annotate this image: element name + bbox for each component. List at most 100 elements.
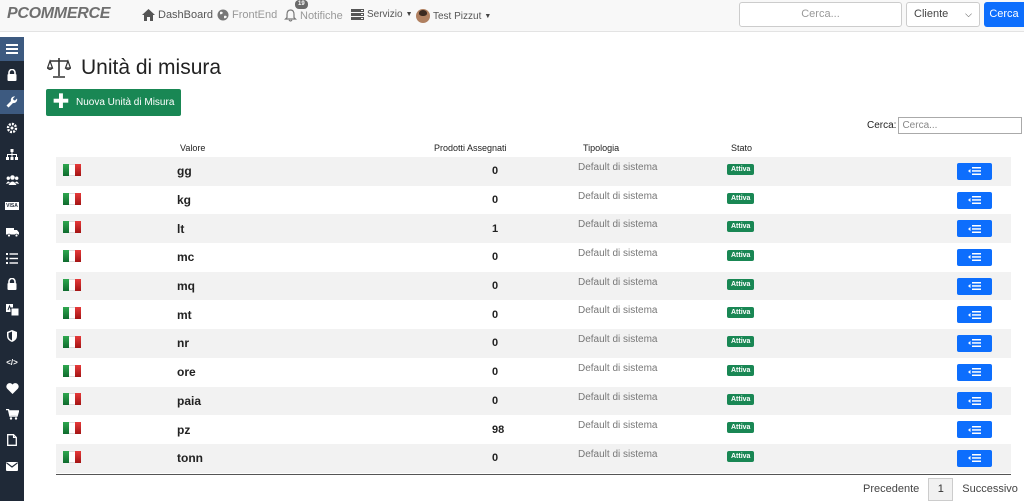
italy-flag-icon bbox=[63, 163, 81, 176]
lock-icon[interactable] bbox=[0, 272, 24, 296]
table-row: lt 1 Default di sistema Attiva bbox=[56, 214, 1011, 244]
heart-icon[interactable] bbox=[0, 376, 24, 400]
header-stato[interactable]: Stato bbox=[727, 138, 957, 157]
search-input[interactable]: Cerca... bbox=[739, 2, 902, 27]
wrench-icon[interactable] bbox=[0, 90, 24, 114]
list-indent-icon bbox=[968, 310, 981, 319]
assigned-products-count: 0 bbox=[374, 271, 578, 301]
table-bottom-border bbox=[56, 474, 1011, 475]
actions-cell bbox=[957, 357, 1011, 387]
nav-user-menu[interactable]: Test Pizzut ▼ bbox=[416, 9, 491, 23]
header-flag bbox=[56, 138, 164, 157]
flag-cell bbox=[56, 300, 164, 330]
assigned-products-count: 1 bbox=[374, 214, 578, 244]
italy-flag-icon bbox=[63, 192, 81, 205]
assigned-products-count: 0 bbox=[374, 157, 578, 186]
italy-flag-icon bbox=[63, 364, 81, 377]
list-indent-icon bbox=[968, 454, 981, 463]
globe-icon bbox=[217, 9, 229, 21]
actions-cell bbox=[957, 271, 1011, 301]
unit-value: mc bbox=[164, 243, 374, 272]
sitemap-icon[interactable] bbox=[0, 142, 24, 166]
row-actions-button[interactable] bbox=[957, 306, 992, 324]
top-navbar: PCOMMERCE DashBoard FrontEnd 19 Notifich… bbox=[0, 0, 1024, 32]
flag-cell bbox=[56, 329, 164, 358]
table-row: gg 0 Default di sistema Attiva bbox=[56, 157, 1011, 186]
nav-dashboard[interactable]: DashBoard bbox=[142, 9, 213, 21]
row-actions-button[interactable] bbox=[957, 392, 992, 410]
menu-icon[interactable] bbox=[0, 37, 24, 61]
nav-notifiche-label: Notifiche bbox=[300, 9, 343, 22]
filter-input[interactable]: Cerca... bbox=[898, 117, 1023, 134]
filter-label: Cerca: bbox=[867, 120, 897, 131]
users-icon[interactable] bbox=[0, 168, 24, 192]
row-actions-button[interactable] bbox=[957, 220, 992, 238]
nav-servizio[interactable]: Servizio ▼ bbox=[351, 9, 413, 20]
assigned-products-count: 0 bbox=[374, 357, 578, 387]
lock-icon[interactable] bbox=[0, 63, 24, 87]
translate-icon[interactable] bbox=[0, 298, 24, 322]
truck-icon[interactable] bbox=[0, 220, 24, 244]
brand-logo[interactable]: PCOMMERCE bbox=[7, 5, 110, 23]
unit-value: lt bbox=[164, 214, 374, 244]
gear-icon[interactable] bbox=[0, 116, 24, 140]
list-indent-icon bbox=[968, 339, 981, 348]
header-actions bbox=[957, 138, 1011, 157]
balance-scale-icon bbox=[47, 58, 71, 78]
row-actions-button[interactable] bbox=[957, 334, 992, 352]
search-button[interactable]: Cerca bbox=[984, 2, 1024, 27]
table-row: tonn 0 Default di sistema Attiva bbox=[56, 443, 1011, 473]
pagination-next[interactable]: Successivo bbox=[953, 478, 1024, 501]
row-actions-button[interactable] bbox=[957, 248, 992, 266]
nav-notifiche[interactable]: Notifiche bbox=[284, 9, 343, 22]
status-cell: Attiva bbox=[727, 329, 957, 358]
mail-icon[interactable] bbox=[0, 454, 24, 478]
row-actions-button[interactable] bbox=[957, 191, 992, 209]
list-indent-icon bbox=[968, 282, 981, 291]
row-actions-button[interactable] bbox=[957, 363, 992, 381]
status-badge: Attiva bbox=[727, 164, 755, 175]
assigned-products-count: 0 bbox=[374, 243, 578, 272]
row-actions-button[interactable] bbox=[957, 449, 992, 467]
list-icon[interactable] bbox=[0, 246, 24, 270]
file-icon[interactable] bbox=[0, 428, 24, 452]
status-badge: Attiva bbox=[727, 278, 755, 290]
pagination-page[interactable]: 1 bbox=[928, 478, 954, 501]
actions-cell bbox=[957, 300, 1011, 330]
new-unit-button[interactable]: ✚ Nuova Unità di Misura bbox=[46, 89, 181, 116]
list-indent-icon bbox=[968, 167, 981, 176]
visa-card-icon[interactable]: VISA bbox=[0, 194, 24, 218]
row-actions-button[interactable] bbox=[957, 421, 992, 439]
unit-type: Default di sistema bbox=[578, 214, 727, 244]
bell-icon bbox=[284, 9, 297, 22]
status-cell: Attiva bbox=[727, 243, 957, 272]
header-valore[interactable]: Valore bbox=[164, 138, 374, 157]
actions-cell bbox=[957, 185, 1011, 215]
status-badge: Attiva bbox=[727, 307, 755, 319]
row-actions-button[interactable] bbox=[957, 162, 992, 180]
pagination-prev[interactable]: Precedente bbox=[854, 478, 928, 501]
unit-value: nr bbox=[164, 329, 374, 358]
status-cell: Attiva bbox=[727, 185, 957, 215]
chevron-down-icon: ▼ bbox=[484, 12, 492, 20]
table-row: mt 0 Default di sistema Attiva bbox=[56, 300, 1011, 330]
shield-icon[interactable] bbox=[0, 324, 24, 348]
unit-type: Default di sistema bbox=[578, 300, 727, 330]
italy-flag-icon bbox=[63, 335, 81, 348]
assigned-products-count: 0 bbox=[374, 386, 578, 416]
actions-cell bbox=[957, 243, 1011, 272]
row-actions-button[interactable] bbox=[957, 277, 992, 295]
code-icon[interactable]: </> bbox=[0, 350, 24, 374]
header-tipologia[interactable]: Tipologia bbox=[578, 138, 727, 157]
notification-count-badge: 19 bbox=[295, 0, 308, 9]
list-indent-icon bbox=[968, 196, 981, 205]
table-row: pz 98 Default di sistema Attiva bbox=[56, 415, 1011, 444]
header-prodotti[interactable]: Prodotti Assegnati bbox=[374, 138, 578, 157]
nav-frontend-label: FrontEnd bbox=[232, 9, 278, 21]
search-scope-select[interactable]: Cliente ⌵ bbox=[906, 2, 980, 27]
cart-icon[interactable] bbox=[0, 402, 24, 426]
nav-frontend[interactable]: FrontEnd bbox=[217, 9, 277, 21]
table-row: nr 0 Default di sistema Attiva bbox=[56, 329, 1011, 358]
status-badge: Attiva bbox=[727, 192, 755, 204]
nav-servizio-label: Servizio bbox=[367, 9, 403, 20]
